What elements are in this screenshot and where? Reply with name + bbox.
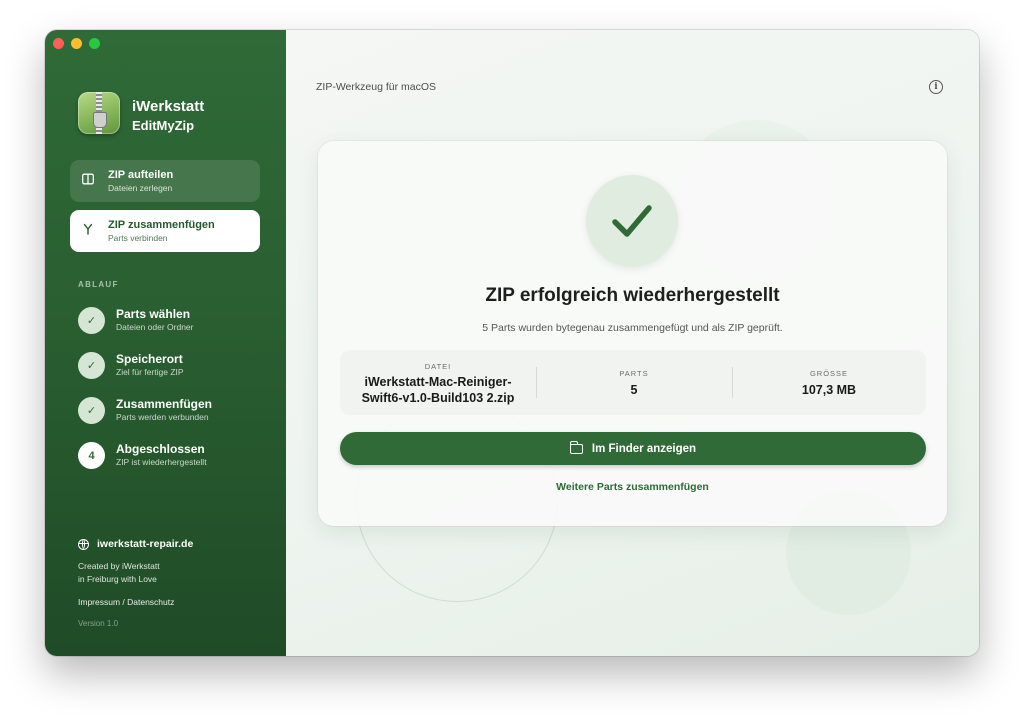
result-title: ZIP erfolgreich wiederhergestellt: [485, 285, 780, 306]
app-window: iWerkstatt EditMyZip ZIP aufteilen Datei…: [45, 30, 979, 656]
stat-value: 5: [630, 383, 638, 397]
stat-label: GRÖSSE: [809, 369, 849, 378]
app-name: iWerkstatt: [132, 98, 205, 115]
sidebar: iWerkstatt EditMyZip ZIP aufteilen Datei…: [45, 30, 286, 656]
stat-value: iWerkstatt-Mac-Reiniger- Swift6-v1.0-Bui…: [340, 374, 536, 406]
file-name-line: iWerkstatt-Mac-Reiniger-: [364, 375, 512, 389]
step-check-icon: ✓: [78, 352, 105, 379]
step-subtitle: Ziel für fertige ZIP: [116, 367, 184, 377]
nav-item-title: ZIP zusammenfügen: [108, 219, 215, 231]
stat-value: 107,3 MB: [801, 383, 857, 397]
app-logo-icon: [78, 92, 120, 134]
workflow-step-merge: ✓ Zusammenfügen Parts werden verbunden: [78, 397, 278, 427]
legal-links[interactable]: Impressum / Datenschutz: [78, 597, 174, 607]
zoom-window-button[interactable]: [89, 38, 100, 49]
split-icon: [82, 171, 94, 191]
website-link[interactable]: iwerkstatt-repair.de: [78, 538, 193, 550]
result-stats: DATEI iWerkstatt-Mac-Reiniger- Swift6-v1…: [340, 350, 926, 415]
success-check-icon: [586, 175, 678, 267]
nav-item-title: ZIP aufteilen: [108, 169, 174, 181]
app-subtitle: EditMyZip: [132, 118, 195, 133]
workflow-step-location: ✓ Speicherort Ziel für fertige ZIP: [78, 352, 278, 382]
version-label: Version 1.0: [78, 619, 119, 628]
step-check-icon: ✓: [78, 307, 105, 334]
credit-line: in Freiburg with Love: [78, 574, 157, 584]
minimize-window-button[interactable]: [71, 38, 82, 49]
website-label: iwerkstatt-repair.de: [97, 538, 194, 550]
step-check-icon: ✓: [78, 397, 105, 424]
stat-label: PARTS: [619, 369, 649, 378]
stat-label: DATEI: [424, 362, 452, 371]
step-subtitle: ZIP ist wiederhergestellt: [116, 457, 207, 467]
step-title: Zusammenfügen: [116, 397, 213, 411]
workflow-step-select-parts: ✓ Parts wählen Dateien oder Ordner: [78, 307, 278, 337]
workflow-step-complete: 4 Abgeschlossen ZIP ist wiederhergestell…: [78, 442, 278, 472]
merge-icon: [82, 221, 94, 241]
step-title: Speicherort: [116, 352, 183, 366]
stat-size: GRÖSSE 107,3 MB: [732, 350, 926, 415]
nav-item-subtitle: Parts verbinden: [108, 233, 168, 243]
nav-item-zip-split[interactable]: ZIP aufteilen Dateien zerlegen: [70, 160, 260, 202]
step-subtitle: Parts werden verbunden: [116, 412, 209, 422]
credit-text: Created by iWerkstatt in Freiburg with L…: [78, 560, 160, 586]
close-window-button[interactable]: [53, 38, 64, 49]
workflow-heading: ABLAUF: [78, 280, 119, 289]
nav-item-subtitle: Dateien zerlegen: [108, 183, 173, 193]
merge-more-parts-link[interactable]: Weitere Parts zusammenfügen: [318, 481, 947, 493]
result-subtitle: 5 Parts wurden bytegenau zusammengefügt …: [482, 322, 783, 334]
main-content: ZIP-Werkzeug für macOS i ZIP erfolgreich…: [286, 30, 979, 656]
globe-icon: [78, 538, 89, 550]
step-title: Abgeschlossen: [116, 442, 205, 456]
stat-parts: PARTS 5: [536, 350, 732, 415]
button-label: Im Finder anzeigen: [591, 442, 697, 455]
stat-file: DATEI iWerkstatt-Mac-Reiniger- Swift6-v1…: [340, 350, 536, 415]
info-icon[interactable]: i: [929, 80, 943, 94]
credit-line: Created by iWerkstatt: [78, 561, 160, 571]
window-controls: [53, 38, 100, 49]
page-title: ZIP-Werkzeug für macOS: [316, 81, 437, 93]
step-subtitle: Dateien oder Ordner: [116, 322, 194, 332]
step-title: Parts wählen: [116, 307, 191, 321]
step-number-badge: 4: [78, 442, 105, 469]
result-card: ZIP erfolgreich wiederhergestellt 5 Part…: [318, 141, 947, 526]
nav-item-zip-merge[interactable]: ZIP zusammenfügen Parts verbinden: [70, 210, 260, 252]
file-name-line: Swift6-v1.0-Build103 2.zip: [361, 391, 515, 405]
show-in-finder-button[interactable]: Im Finder anzeigen: [340, 432, 926, 465]
folder-icon: [569, 440, 583, 454]
